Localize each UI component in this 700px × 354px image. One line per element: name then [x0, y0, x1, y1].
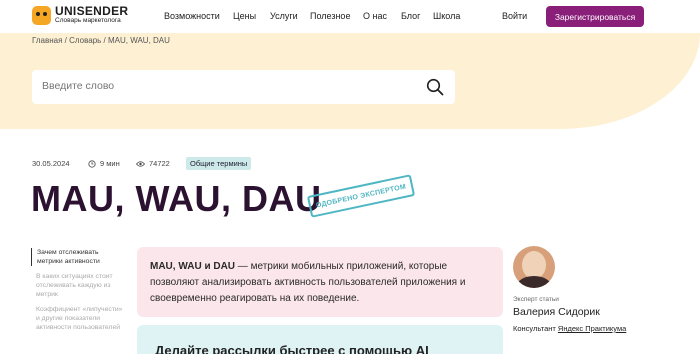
toc-item[interactable]: В каких ситуациях стоит отслеживать кажд… [31, 272, 123, 299]
article-lead: MAU, WAU и DAU — метрики мобильных прило… [137, 247, 503, 317]
publish-date: 30.05.2024 [32, 159, 70, 168]
logo-text: UNISENDER Словарь маркетолога [55, 5, 128, 25]
expert-role-prefix: Консультант [513, 324, 558, 333]
expert-card: Эксперт статьи Валерия Сидорик Консульта… [513, 246, 633, 334]
site-header: UNISENDER Словарь маркетолога Возможност… [0, 0, 700, 33]
promo-banner[interactable]: Делайте рассылки быстрее с помощью AI [137, 325, 503, 354]
nav-item-useful[interactable]: Полезное [310, 11, 350, 21]
nav-item-blog[interactable]: Блог [401, 11, 420, 21]
eye-icon [136, 160, 145, 167]
search-input[interactable] [42, 80, 402, 92]
search-box [32, 70, 455, 104]
table-of-contents: Зачем отслеживать метрики активности В к… [31, 248, 123, 338]
clock-icon [88, 159, 96, 168]
expert-role: Консультант Яндекс Практикума [513, 323, 633, 334]
lead-term: MAU, WAU и DAU [150, 261, 236, 272]
nav-item-services[interactable]: Услуги [270, 11, 298, 21]
nav-item-school[interactable]: Школа [433, 11, 460, 21]
breadcrumb[interactable]: Главная / Словарь / MAU, WAU, DAU [32, 36, 170, 45]
search-icon[interactable] [426, 78, 444, 96]
logo-subtitle: Словарь маркетолога [55, 17, 121, 24]
nav-item-about[interactable]: О нас [363, 11, 387, 21]
avatar [513, 246, 555, 288]
logo-title: UNISENDER [55, 4, 129, 18]
expert-label: Эксперт статьи [513, 296, 559, 303]
category-tag[interactable]: Общие термины [186, 157, 252, 170]
unisender-dog-icon [32, 5, 51, 25]
nav-item-features[interactable]: Возможности [164, 11, 220, 21]
toc-item[interactable]: Коэффициент «липучести» и другие показат… [31, 305, 123, 332]
expert-name: Валерия Сидорик [513, 306, 600, 318]
read-time: 9 мин [88, 159, 120, 168]
logo[interactable]: UNISENDER Словарь маркетолога [32, 5, 128, 25]
toc-item[interactable]: Зачем отслеживать метрики активности [31, 248, 123, 266]
register-button[interactable]: Зарегистрироваться [546, 6, 644, 27]
expert-company-link[interactable]: Яндекс Практикума [558, 324, 626, 333]
read-time-value: 9 мин [100, 159, 120, 168]
views-value: 74722 [149, 159, 170, 168]
nav-item-pricing[interactable]: Цены [233, 11, 256, 21]
views: 74722 [136, 159, 170, 168]
page-title: MAU, WAU, DAU [31, 178, 322, 219]
expert-approved-stamp: одобрено экспертом [306, 174, 416, 218]
login-link[interactable]: Войти [502, 11, 527, 21]
